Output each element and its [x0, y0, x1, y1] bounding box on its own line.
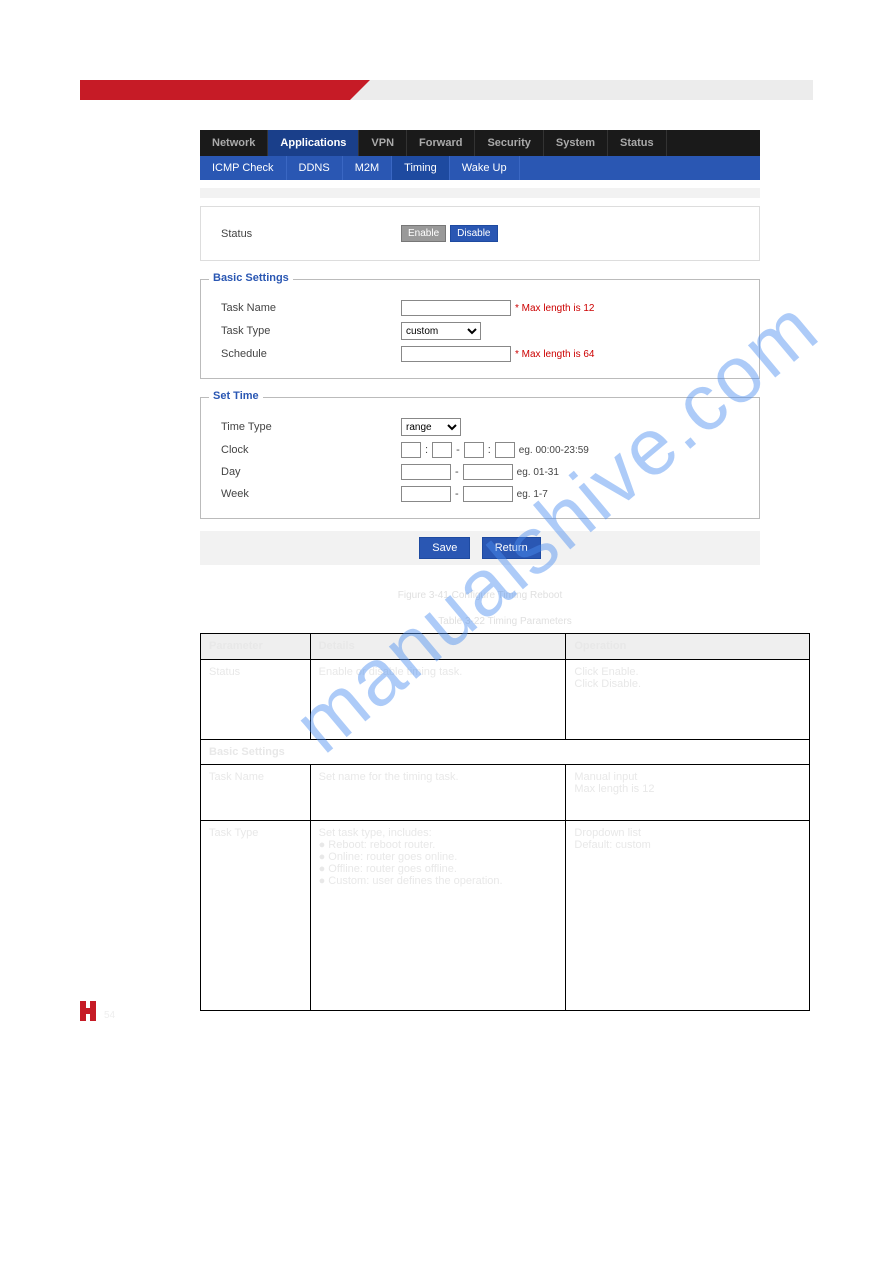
sub-tab-bar: ICMP Check DDNS M2M Timing Wake Up	[200, 156, 760, 180]
task-name-input[interactable]	[401, 300, 511, 316]
week-hint: eg. 1-7	[517, 489, 548, 500]
cell-status-param: Status	[201, 660, 311, 740]
clock-label: Clock	[221, 444, 401, 456]
clock-hint: eg. 00:00-23:59	[519, 445, 589, 456]
th-details: Details	[310, 634, 566, 660]
clock-h2-input[interactable]	[464, 442, 484, 458]
time-type-label: Time Type	[221, 421, 401, 433]
tab-status[interactable]: Status	[608, 130, 667, 156]
set-time-legend: Set Time	[209, 390, 263, 402]
day-from-input[interactable]	[401, 464, 451, 480]
cell-tasktype-op: Dropdown list Default: custom	[566, 821, 810, 1011]
cell-taskname-details: Set name for the timing task.	[310, 765, 566, 821]
subtab-wakeup[interactable]: Wake Up	[450, 156, 520, 180]
basic-settings-panel: Basic Settings Task Name * Max length is…	[200, 279, 760, 379]
subtab-m2m[interactable]: M2M	[343, 156, 392, 180]
cell-tasktype-details: Set task type, includes: ● Reboot: reboo…	[310, 821, 566, 1011]
cell-basic-section: Basic Settings	[201, 740, 810, 765]
page-number: 54	[104, 1010, 115, 1021]
set-time-panel: Set Time Time Type range Clock : - : eg.…	[200, 397, 760, 519]
clock-m1-input[interactable]	[432, 442, 452, 458]
tab-system[interactable]: System	[544, 130, 608, 156]
cell-status-details: Enable or disable timing task.	[310, 660, 566, 740]
task-name-label: Task Name	[221, 302, 401, 314]
clock-h1-input[interactable]	[401, 442, 421, 458]
day-hint: eg. 01-31	[517, 467, 559, 478]
table-caption: Table 3-22 Timing Parameters	[200, 616, 810, 627]
time-type-select[interactable]: range	[401, 418, 461, 436]
status-label: Status	[221, 228, 401, 240]
figure-caption: Figure 3-41 Configure Timing Reboot	[200, 590, 760, 601]
basic-settings-legend: Basic Settings	[209, 272, 293, 284]
day-label: Day	[221, 466, 401, 478]
task-name-hint: * Max length is 12	[515, 303, 595, 314]
enable-button[interactable]: Enable	[401, 225, 446, 242]
th-parameter: Parameter	[201, 634, 311, 660]
cell-tasktype-param: Task Type	[201, 821, 311, 1011]
schedule-label: Schedule	[221, 348, 401, 360]
footer-logo-icon	[80, 1001, 96, 1021]
day-to-input[interactable]	[463, 464, 513, 480]
subtab-icmp-check[interactable]: ICMP Check	[200, 156, 287, 180]
page-header-bar	[80, 80, 813, 100]
task-type-select[interactable]: custom	[401, 322, 481, 340]
tab-vpn[interactable]: VPN	[359, 130, 407, 156]
save-button[interactable]: Save	[419, 537, 470, 559]
week-from-input[interactable]	[401, 486, 451, 502]
cell-taskname-op: Manual input Max length is 12	[566, 765, 810, 821]
week-to-input[interactable]	[463, 486, 513, 502]
schedule-input[interactable]	[401, 346, 511, 362]
button-row: Save Return	[200, 531, 760, 565]
clock-m2-input[interactable]	[495, 442, 515, 458]
task-type-label: Task Type	[221, 325, 401, 337]
main-tab-bar: Network Applications VPN Forward Securit…	[200, 130, 760, 156]
status-panel: Status Enable Disable	[200, 206, 760, 261]
schedule-hint: * Max length is 64	[515, 349, 595, 360]
return-button[interactable]: Return	[482, 537, 541, 559]
disable-button[interactable]: Disable	[450, 225, 497, 242]
tab-applications[interactable]: Applications	[268, 130, 359, 156]
tab-security[interactable]: Security	[475, 130, 543, 156]
timing-parameters-table: Parameter Details Operation Status Enabl…	[200, 633, 810, 1011]
subtab-timing[interactable]: Timing	[392, 156, 450, 180]
cell-status-op: Click Enable. Click Disable.	[566, 660, 810, 740]
th-operation: Operation	[566, 634, 810, 660]
subtab-ddns[interactable]: DDNS	[287, 156, 343, 180]
tab-network[interactable]: Network	[200, 130, 268, 156]
header-red-accent	[80, 80, 350, 100]
tab-forward[interactable]: Forward	[407, 130, 475, 156]
router-ui-screenshot: Network Applications VPN Forward Securit…	[200, 130, 760, 565]
week-label: Week	[221, 488, 401, 500]
cell-taskname-param: Task Name	[201, 765, 311, 821]
